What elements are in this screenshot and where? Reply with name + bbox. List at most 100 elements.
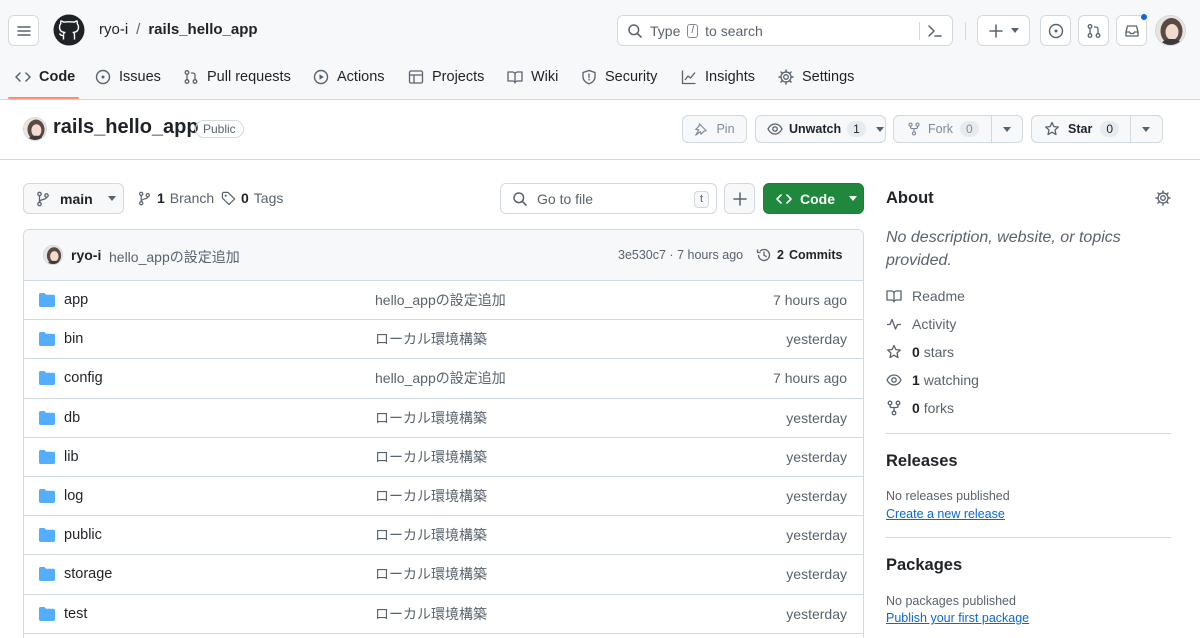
file-row[interactable]: bin ローカル環境構築 yesterday bbox=[24, 320, 863, 360]
file-name[interactable]: log bbox=[64, 488, 83, 504]
publish-package-link[interactable]: Publish your first package bbox=[886, 611, 1029, 625]
tab-insights[interactable]: Insights bbox=[681, 62, 755, 92]
file-name[interactable]: storage bbox=[64, 566, 112, 582]
search-icon bbox=[628, 23, 642, 38]
create-release-link[interactable]: Create a new release bbox=[886, 507, 1005, 521]
star-label: Star bbox=[1068, 122, 1093, 136]
tab-security-label: Security bbox=[605, 69, 658, 85]
commits-history-link[interactable]: 2 Commits bbox=[756, 247, 842, 263]
fork-button[interactable]: Fork 0 bbox=[893, 115, 1023, 143]
file-name[interactable]: app bbox=[64, 292, 88, 308]
latest-commit-bar: ryo-i hello_appの設定追加 3e530c7 · 7 hours a… bbox=[24, 230, 863, 281]
create-new-button[interactable] bbox=[977, 15, 1030, 46]
file-commit-message[interactable]: ローカル環境構築 bbox=[375, 525, 487, 545]
breadcrumb-repo[interactable]: rails_hello_app bbox=[148, 21, 257, 38]
file-commit-message[interactable]: ローカル環境構築 bbox=[375, 604, 487, 624]
releases-heading[interactable]: Releases bbox=[886, 452, 958, 471]
pin-button[interactable]: Pin bbox=[682, 115, 747, 143]
about-description: No description, website, or topics provi… bbox=[886, 229, 1121, 269]
file-row[interactable]: public ローカル環境構築 yesterday bbox=[24, 516, 863, 556]
commit-author-avatar[interactable] bbox=[43, 245, 63, 265]
tab-security[interactable]: Security bbox=[581, 62, 657, 92]
file-row[interactable]: test ローカル環境構築 yesterday bbox=[24, 595, 863, 634]
file-name[interactable]: config bbox=[64, 370, 103, 386]
folder-icon bbox=[39, 371, 55, 386]
file-commit-message[interactable]: hello_appの設定追加 bbox=[375, 290, 506, 310]
stars-link[interactable]: 0 stars bbox=[886, 344, 954, 360]
tab-code[interactable]: Code bbox=[15, 62, 75, 92]
file-commit-message[interactable]: hello_appの設定追加 bbox=[375, 368, 506, 388]
folder-icon bbox=[39, 567, 55, 582]
forks-link[interactable]: 0 forks bbox=[886, 400, 954, 416]
releases-empty-text: No releases published bbox=[886, 489, 1010, 503]
tab-actions[interactable]: Actions bbox=[313, 62, 385, 92]
header-divider bbox=[965, 22, 966, 40]
activity-link[interactable]: Activity bbox=[886, 316, 956, 332]
triangle-down-icon bbox=[1010, 28, 1019, 33]
readme-link[interactable]: Readme bbox=[886, 288, 965, 304]
file-name[interactable]: public bbox=[64, 527, 102, 543]
tab-wiki[interactable]: Wiki bbox=[507, 62, 558, 92]
file-commit-message[interactable]: ローカル環境構築 bbox=[375, 564, 487, 584]
file-commit-message[interactable]: ローカル環境構築 bbox=[375, 486, 487, 506]
history-icon bbox=[756, 248, 771, 262]
gear-icon[interactable] bbox=[1155, 190, 1171, 206]
star-button[interactable]: Star 0 bbox=[1031, 115, 1163, 143]
git-branch-icon bbox=[139, 191, 150, 205]
file-commit-message[interactable]: ローカル環境構築 bbox=[375, 329, 487, 349]
file-row[interactable]: db ローカル環境構築 yesterday bbox=[24, 399, 863, 438]
visibility-badge: Public bbox=[195, 120, 244, 138]
table-icon bbox=[408, 70, 424, 84]
repo-owner-avatar[interactable] bbox=[23, 117, 47, 141]
file-commit-message[interactable]: ローカル環境構築 bbox=[375, 408, 487, 428]
sidebar-divider bbox=[886, 433, 1171, 434]
branch-selector[interactable]: main bbox=[23, 183, 124, 214]
branches-link[interactable]: 1 Branch bbox=[137, 190, 214, 206]
tab-issues[interactable]: Issues bbox=[95, 62, 161, 92]
github-logo-icon[interactable] bbox=[53, 14, 85, 46]
tab-issues-label: Issues bbox=[119, 69, 161, 85]
tab-settings[interactable]: Settings bbox=[778, 62, 854, 92]
menu-button[interactable] bbox=[8, 15, 39, 46]
file-row[interactable]: storage ローカル環境構築 yesterday bbox=[24, 555, 863, 595]
search-input[interactable]: Type / to search bbox=[617, 15, 953, 46]
forks-label: forks bbox=[923, 400, 955, 416]
breadcrumb-owner[interactable]: ryo-i bbox=[99, 21, 128, 38]
packages-heading[interactable]: Packages bbox=[886, 556, 962, 575]
tab-projects[interactable]: Projects bbox=[408, 62, 484, 92]
pull-requests-button[interactable] bbox=[1078, 15, 1109, 46]
tab-pull-requests[interactable]: Pull requests bbox=[183, 62, 291, 92]
issues-button[interactable] bbox=[1040, 15, 1071, 46]
code-button[interactable]: Code bbox=[763, 183, 864, 214]
tab-wiki-label: Wiki bbox=[531, 69, 559, 85]
add-file-button[interactable] bbox=[724, 183, 755, 214]
commit-author[interactable]: ryo-i bbox=[71, 247, 101, 263]
fork-dropdown-icon[interactable] bbox=[1003, 127, 1011, 132]
tag-label: Tags bbox=[253, 190, 284, 206]
plus-icon bbox=[732, 191, 747, 206]
file-commit-message[interactable]: ローカル環境構築 bbox=[375, 447, 487, 467]
unwatch-label: Unwatch bbox=[789, 122, 842, 136]
file-name[interactable]: bin bbox=[64, 331, 83, 347]
file-row[interactable]: config hello_appの設定追加 7 hours ago bbox=[24, 359, 863, 399]
command-palette-icon[interactable] bbox=[927, 23, 943, 39]
star-dropdown-icon[interactable] bbox=[1142, 127, 1150, 132]
triangle-down-icon bbox=[875, 126, 884, 132]
file-row[interactable]: app hello_appの設定追加 7 hours ago bbox=[24, 281, 863, 321]
watching-link[interactable]: 1 watching bbox=[886, 372, 979, 388]
file-name[interactable]: db bbox=[64, 410, 80, 426]
repo-title[interactable]: rails_hello_app bbox=[53, 116, 199, 139]
tab-settings-label: Settings bbox=[802, 69, 855, 85]
commit-meta[interactable]: 3e530c7 · 7 hours ago bbox=[618, 248, 743, 262]
unwatch-button[interactable]: Unwatch 1 bbox=[755, 115, 886, 143]
commit-message[interactable]: hello_appの設定追加 bbox=[109, 247, 240, 267]
user-avatar[interactable] bbox=[1155, 15, 1186, 46]
file-name[interactable]: test bbox=[64, 606, 87, 622]
go-to-file-placeholder: Go to file bbox=[537, 190, 594, 207]
go-to-file-input[interactable]: Go to file t bbox=[500, 183, 717, 214]
file-name[interactable]: lib bbox=[64, 449, 79, 465]
file-row[interactable]: lib ローカル環境構築 yesterday bbox=[24, 438, 863, 477]
file-row[interactable]: log ローカル環境構築 yesterday bbox=[24, 477, 863, 517]
tab-insights-label: Insights bbox=[705, 69, 755, 85]
tags-link[interactable]: 0 Tags bbox=[221, 190, 283, 206]
